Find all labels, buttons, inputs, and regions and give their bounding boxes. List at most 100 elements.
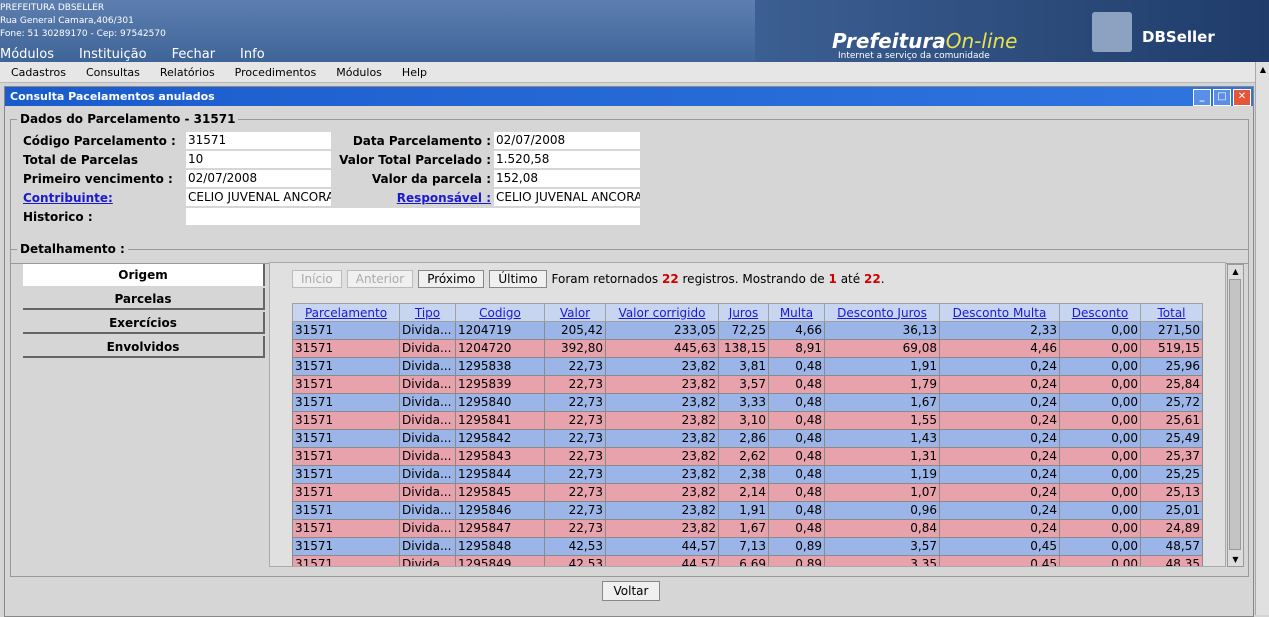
tab-parcelas[interactable]: Parcelas: [23, 288, 265, 310]
column-header[interactable]: Desconto Multa: [939, 303, 1060, 322]
column-header[interactable]: Parcelamento: [292, 303, 400, 322]
column-header[interactable]: Desconto Juros: [824, 303, 940, 322]
historico-field[interactable]: [186, 208, 640, 225]
menu-procedimentos[interactable]: Procedimentos: [235, 66, 317, 79]
scroll-up-icon[interactable]: ▲: [1229, 265, 1242, 278]
menu-modulos[interactable]: Módulos: [336, 66, 382, 79]
table-cell: 2,86: [718, 429, 769, 448]
scroll-up-icon[interactable]: ▲: [1257, 64, 1269, 76]
scroll-thumb[interactable]: [1229, 279, 1241, 550]
main-menu-modulos[interactable]: Módulos: [0, 47, 54, 62]
total-parcelas-label: Total de Parcelas: [23, 153, 138, 167]
table-cell: 1,91: [718, 501, 769, 520]
minimize-button[interactable]: _: [1193, 89, 1211, 106]
tab-envolvidos[interactable]: Envolvidos: [23, 336, 265, 358]
data-field[interactable]: 02/07/2008: [494, 132, 640, 149]
table-cell: Divida...: [399, 447, 456, 466]
table-cell: 0,00: [1059, 357, 1141, 376]
table-row[interactable]: 31571 Divida... 1295847 22,73 23,82 1,67 0,48 0…: [292, 519, 1203, 538]
anterior-button[interactable]: Anterior: [346, 270, 414, 288]
table-cell: 25,72: [1140, 393, 1203, 412]
contribuinte-field[interactable]: CELIO JUVENAL ANCORA: [186, 189, 331, 206]
column-header[interactable]: Codigo: [455, 303, 545, 322]
table-row[interactable]: 31571 Divida... 1295840 22,73 23,82 3,33 0,48 1…: [292, 393, 1203, 412]
table-cell: 48,57: [1140, 537, 1203, 556]
table-cell: 31571: [292, 537, 400, 556]
table-cell: 72,25: [718, 321, 769, 340]
table-row[interactable]: 31571 Divida... 1295846 22,73 23,82 1,91 0,48 0…: [292, 501, 1203, 520]
main-menu-fechar[interactable]: Fechar: [172, 47, 215, 62]
page-scrollbar[interactable]: ▲: [1255, 62, 1269, 615]
proximo-button[interactable]: Próximo: [418, 270, 485, 288]
tab-exercicios[interactable]: Exercícios: [23, 312, 265, 334]
table-cell: 1,67: [718, 519, 769, 538]
table-cell: 31571: [292, 501, 400, 520]
codigo-field[interactable]: 31571: [186, 132, 331, 149]
close-button[interactable]: ✕: [1233, 89, 1251, 106]
responsavel-field[interactable]: CELIO JUVENAL ANCORA: [494, 189, 640, 206]
table-row[interactable]: 31571 Divida... 1295838 22,73 23,82 3,81 0,48 1…: [292, 357, 1203, 376]
column-header[interactable]: Juros: [718, 303, 769, 322]
column-header[interactable]: Valor corrigido: [605, 303, 719, 322]
table-cell: 23,82: [605, 483, 719, 502]
scroll-down-icon[interactable]: ▼: [1229, 553, 1242, 566]
menu-help[interactable]: Help: [402, 66, 427, 79]
table-row[interactable]: 31571 Divida... 1295839 22,73 23,82 3,57 0,48 1…: [292, 375, 1203, 394]
menu-relatorios[interactable]: Relatórios: [160, 66, 215, 79]
table-cell: Divida...: [399, 483, 456, 502]
menu-consultas[interactable]: Consultas: [86, 66, 140, 79]
table-row[interactable]: 31571 Divida... 1295842 22,73 23,82 2,86 0,48 1…: [292, 429, 1203, 448]
app-header: PREFEITURA DBSELLER Rua General Camara,4…: [0, 0, 1269, 62]
main-menu-info[interactable]: Info: [240, 47, 265, 62]
responsavel-link[interactable]: Responsável :: [335, 191, 491, 205]
ultimo-button[interactable]: Último: [489, 270, 547, 288]
table-row[interactable]: 31571 Divida... 1295844 22,73 23,82 2,38 0,48 1…: [292, 465, 1203, 484]
origem-grid-panel: Início Anterior Próximo Último Foram ret…: [269, 262, 1226, 567]
table-cell: 3,81: [718, 357, 769, 376]
column-header[interactable]: Valor: [544, 303, 606, 322]
valor-parcela-field[interactable]: 152,08: [494, 170, 640, 187]
table-cell: Divida...: [399, 537, 456, 556]
table-cell: 3,57: [824, 537, 940, 556]
primeiro-vencimento-label: Primeiro vencimento :: [23, 172, 173, 186]
table-cell: 22,73: [544, 483, 606, 502]
table-cell: 1295840: [455, 393, 545, 412]
column-header[interactable]: Desconto: [1059, 303, 1141, 322]
inicio-button[interactable]: Início: [292, 270, 342, 288]
voltar-button[interactable]: Voltar: [602, 581, 660, 601]
table-cell: 0,48: [768, 411, 825, 430]
table-cell: 0,24: [939, 465, 1060, 484]
column-header[interactable]: Tipo: [399, 303, 456, 322]
table-row[interactable]: 31571 Divida... 1295849 42,53 44,57 6,69 0,89 3…: [292, 555, 1203, 566]
menu-cadastros[interactable]: Cadastros: [11, 66, 66, 79]
valor-total-field[interactable]: 1.520,58: [494, 151, 640, 168]
table-cell: 0,24: [939, 411, 1060, 430]
tab-origem[interactable]: Origem: [23, 264, 265, 286]
contribuinte-link[interactable]: Contribuinte:: [23, 191, 113, 205]
table-cell: 1295845: [455, 483, 545, 502]
table-row[interactable]: 31571 Divida... 1295848 42,53 44,57 7,13 0,89 3…: [292, 537, 1203, 556]
table-row[interactable]: 31571 Divida... 1295841 22,73 23,82 3,10 0,48 1…: [292, 411, 1203, 430]
table-cell: 0,24: [939, 447, 1060, 466]
table-row[interactable]: 31571 Divida... 1204720 392,80 445,63 138,15 8…: [292, 339, 1203, 358]
table-cell: 0,48: [768, 375, 825, 394]
table-cell: 36,13: [824, 321, 940, 340]
table-cell: 0,48: [768, 483, 825, 502]
table-cell: 0,48: [768, 393, 825, 412]
table-cell: 0,00: [1059, 519, 1141, 538]
main-menu-instituicao[interactable]: Instituição: [79, 47, 147, 62]
table-cell: 0,00: [1059, 375, 1141, 394]
table-cell: 0,24: [939, 357, 1060, 376]
table-row[interactable]: 31571 Divida... 1295843 22,73 23,82 2,62 0,48 1…: [292, 447, 1203, 466]
column-header[interactable]: Total: [1140, 303, 1203, 322]
maximize-button[interactable]: □: [1213, 89, 1231, 106]
column-header[interactable]: Multa: [768, 303, 825, 322]
primeiro-vencimento-field[interactable]: 02/07/2008: [186, 170, 331, 187]
total-parcelas-field[interactable]: 10: [186, 151, 331, 168]
table-cell: 24,89: [1140, 519, 1203, 538]
table-row[interactable]: 31571 Divida... 1295845 22,73 23,82 2,14 0,48 1…: [292, 483, 1203, 502]
table-row[interactable]: 31571 Divida... 1204719 205,42 233,05 72,25 4,…: [292, 321, 1203, 340]
table-cell: 25,84: [1140, 375, 1203, 394]
prefeitura-online-logo: PrefeituraOn-line: [832, 29, 1018, 53]
grid-scrollbar[interactable]: ▲ ▼: [1227, 264, 1244, 567]
